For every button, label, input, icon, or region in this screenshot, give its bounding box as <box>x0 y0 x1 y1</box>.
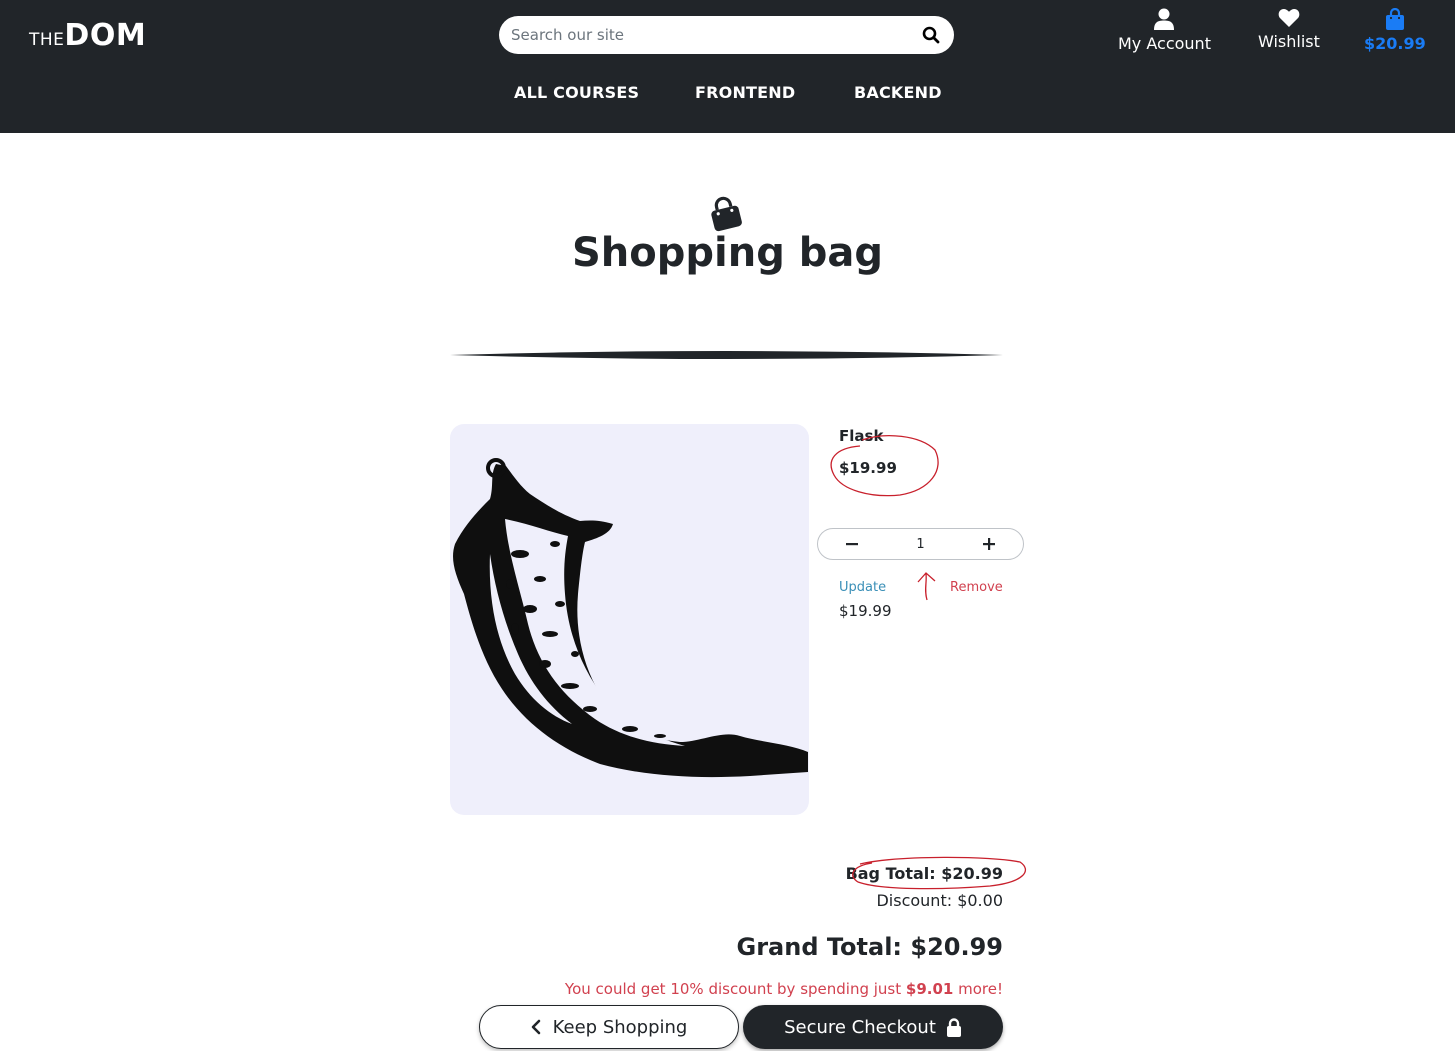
heart-icon <box>1278 9 1300 27</box>
promo-prefix: You could get 10% discount by spending j… <box>564 980 906 998</box>
search-button[interactable] <box>920 24 942 46</box>
plus-icon <box>983 538 995 550</box>
quantity-stepper <box>817 528 1024 560</box>
product-price: $19.99 <box>839 459 897 477</box>
nav-all-courses[interactable]: ALL COURSES <box>514 83 639 102</box>
grand-total: Grand Total: $20.99 <box>736 933 1003 961</box>
my-account-link[interactable]: My Account <box>1118 8 1211 53</box>
item-subtotal: $19.99 <box>839 602 892 620</box>
update-link[interactable]: Update <box>839 580 886 595</box>
logo-prefix: THE <box>29 30 65 50</box>
my-account-label: My Account <box>1118 34 1211 53</box>
secure-checkout-label: Secure Checkout <box>784 1016 936 1038</box>
keep-shopping-button[interactable]: Keep Shopping <box>479 1005 739 1049</box>
product-image[interactable] <box>450 424 809 815</box>
nav-backend[interactable]: BACKEND <box>854 83 942 102</box>
promo-amount: $9.01 <box>905 980 954 998</box>
discount: Discount: $0.00 <box>876 891 1003 910</box>
site-header: THE DOM My Account Wishlist $2 <box>0 0 1455 133</box>
page-title: Shopping bag <box>571 230 884 276</box>
flask-logo-image <box>453 458 808 778</box>
search-input[interactable] <box>511 26 920 44</box>
discount-promo-message: You could get 10% discount by spending j… <box>565 980 1003 998</box>
product-name[interactable]: Flask <box>839 427 883 445</box>
wishlist-link[interactable]: Wishlist <box>1258 8 1320 51</box>
minus-icon <box>846 543 858 546</box>
logo-main: DOM <box>64 18 147 53</box>
shopping-bag-icon <box>711 196 742 232</box>
shopping-bag-icon <box>1385 8 1404 30</box>
divider <box>450 351 1003 359</box>
user-icon <box>1154 8 1175 30</box>
increment-button[interactable] <box>977 532 1001 556</box>
remove-link[interactable]: Remove <box>950 580 1003 595</box>
bag-total-amount: $20.99 <box>1364 34 1426 53</box>
search-icon <box>922 26 940 44</box>
nav-frontend[interactable]: FRONTEND <box>695 83 795 102</box>
quantity-input[interactable] <box>890 536 951 552</box>
search-bar <box>499 16 954 54</box>
promo-suffix: more! <box>953 980 1003 998</box>
chevron-left-icon <box>531 1019 540 1035</box>
site-logo[interactable]: THE DOM <box>29 18 146 53</box>
decrement-button[interactable] <box>840 532 864 556</box>
bag-link[interactable]: $20.99 <box>1364 8 1426 53</box>
bag-total: Bag Total: $20.99 <box>845 864 1003 883</box>
keep-shopping-label: Keep Shopping <box>552 1016 688 1038</box>
wishlist-label: Wishlist <box>1258 32 1320 51</box>
lock-icon <box>946 1017 961 1037</box>
secure-checkout-button[interactable]: Secure Checkout <box>743 1005 1003 1049</box>
